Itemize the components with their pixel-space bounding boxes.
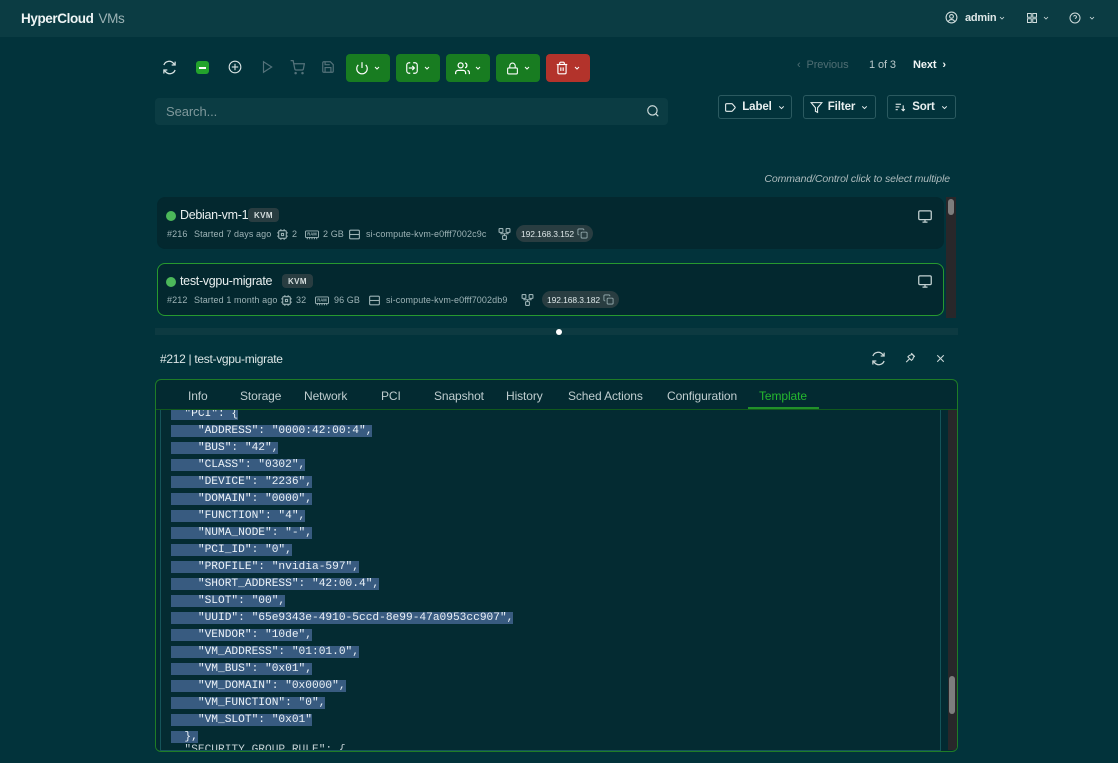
svg-text:RAM: RAM (317, 298, 327, 303)
svg-text:RAM: RAM (307, 232, 317, 237)
